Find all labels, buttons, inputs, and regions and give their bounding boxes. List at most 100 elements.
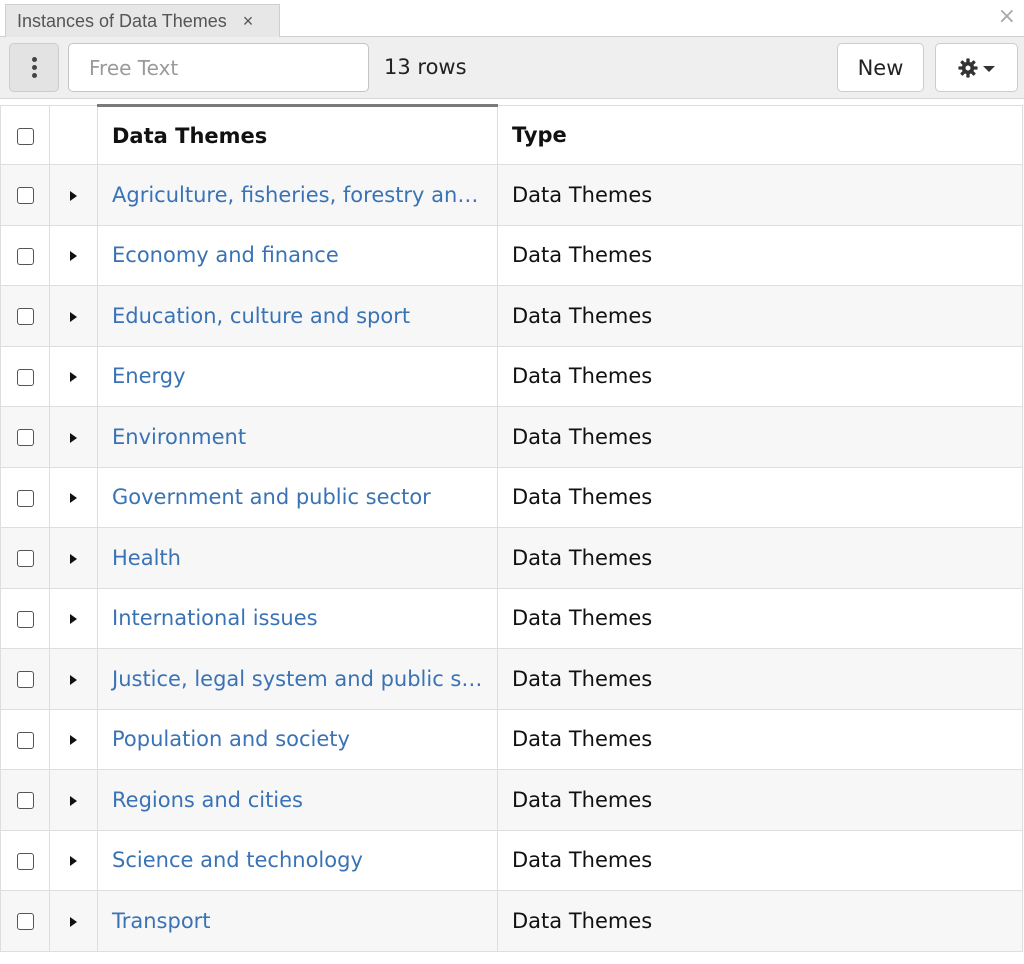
table-row[interactable]: Population and society Data Themes [0,708,1023,770]
row-name-link[interactable]: Economy and finance [97,224,498,286]
row-expander[interactable] [49,406,98,468]
row-expander[interactable] [49,466,98,528]
row-type: Data Themes [497,345,1023,407]
toolbar: 13 rows New [0,37,1024,99]
row-type: Data Themes [497,829,1023,891]
caret-right-icon [70,372,77,383]
table-row[interactable]: Government and public sector Data Themes [0,466,1023,528]
row-checkbox[interactable] [16,852,34,870]
row-expander[interactable] [49,587,98,649]
row-expander[interactable] [49,769,98,831]
row-checkbox[interactable] [16,368,34,386]
row-checkbox[interactable] [16,913,34,931]
row-checkbox[interactable] [16,308,34,326]
row-select-cell [0,769,50,831]
tab-instances-of-data-themes[interactable]: Instances of Data Themes × [5,4,280,37]
row-expander[interactable] [49,164,98,226]
row-expander[interactable] [49,527,98,589]
caret-right-icon [70,916,77,927]
new-button[interactable]: New [837,43,924,92]
caret-right-icon [70,553,77,564]
row-checkbox[interactable] [16,187,34,205]
row-name-link[interactable]: International issues [97,587,498,649]
caret-right-icon [70,493,77,504]
row-type: Data Themes [497,708,1023,770]
table-row[interactable]: Regions and cities Data Themes [0,769,1023,831]
row-select-cell [0,648,50,710]
row-select-cell [0,224,50,286]
row-type: Data Themes [497,527,1023,589]
caret-right-icon [70,856,77,867]
select-all-cell [0,105,50,165]
row-select-cell [0,829,50,891]
column-header-type[interactable]: Type [497,105,1023,165]
table-row[interactable]: Agriculture, fisheries, forestry and… Dat… [0,164,1023,226]
row-expander[interactable] [49,829,98,891]
row-name-link[interactable]: Education, culture and sport [97,285,498,347]
tab-bar: Instances of Data Themes × × [0,0,1024,37]
table-row[interactable]: Economy and finance Data Themes [0,224,1023,286]
row-expander[interactable] [49,224,98,286]
table-row[interactable]: Transport Data Themes [0,890,1023,952]
row-type: Data Themes [497,285,1023,347]
row-checkbox[interactable] [16,731,34,749]
row-name-link[interactable]: Health [97,527,498,589]
caret-right-icon [70,251,77,262]
row-name-link[interactable]: Agriculture, fisheries, forestry and… [97,164,498,226]
row-type: Data Themes [497,406,1023,468]
table-row[interactable]: Education, culture and sport Data Themes [0,285,1023,347]
row-type: Data Themes [497,164,1023,226]
row-checkbox[interactable] [16,610,34,628]
table-row[interactable]: Justice, legal system and public sa… Data… [0,648,1023,710]
table-row[interactable]: Science and technology Data Themes [0,829,1023,891]
table-row[interactable]: Environment Data Themes [0,406,1023,468]
row-select-cell [0,285,50,347]
select-all-checkbox[interactable] [16,127,34,145]
row-select-cell [0,587,50,649]
instances-table: Data Themes Type Agriculture, fisheries,… [0,104,1023,952]
settings-dropdown-button[interactable] [935,43,1018,92]
row-type: Data Themes [497,769,1023,831]
row-checkbox[interactable] [16,792,34,810]
row-name-link[interactable]: Environment [97,406,498,468]
expander-header [49,105,98,165]
caret-right-icon [70,674,77,685]
caret-right-icon [70,735,77,746]
row-name-link[interactable]: Population and society [97,708,498,770]
row-expander[interactable] [49,890,98,952]
search-input[interactable] [68,43,369,92]
row-name-link[interactable]: Government and public sector [97,466,498,528]
caret-right-icon [70,190,77,201]
table-row[interactable]: Energy Data Themes [0,345,1023,407]
row-name-link[interactable]: Justice, legal system and public sa… [97,648,498,710]
row-checkbox[interactable] [16,429,34,447]
row-expander[interactable] [49,708,98,770]
row-select-cell [0,708,50,770]
row-checkbox[interactable] [16,550,34,568]
gear-icon [958,57,978,78]
row-name-link[interactable]: Regions and cities [97,769,498,831]
column-header-data-themes[interactable]: Data Themes [97,104,498,165]
row-name-link[interactable]: Transport [97,890,498,952]
panel-close-icon[interactable]: × [998,4,1016,29]
row-type: Data Themes [497,648,1023,710]
row-select-cell [0,890,50,952]
row-checkbox[interactable] [16,247,34,265]
table-row[interactable]: International issues Data Themes [0,587,1023,649]
row-name-link[interactable]: Science and technology [97,829,498,891]
row-type: Data Themes [497,890,1023,952]
menu-button[interactable] [9,43,59,92]
tab-close-icon[interactable]: × [243,11,254,32]
row-name-link[interactable]: Energy [97,345,498,407]
table-row[interactable]: Health Data Themes [0,527,1023,589]
row-checkbox[interactable] [16,671,34,689]
tab-title: Instances of Data Themes [17,10,227,31]
row-expander[interactable] [49,345,98,407]
row-expander[interactable] [49,285,98,347]
vertical-dots-icon [31,57,37,78]
caret-right-icon [70,311,77,322]
row-select-cell [0,527,50,589]
row-expander[interactable] [49,648,98,710]
caret-right-icon [70,614,77,625]
row-checkbox[interactable] [16,489,34,507]
